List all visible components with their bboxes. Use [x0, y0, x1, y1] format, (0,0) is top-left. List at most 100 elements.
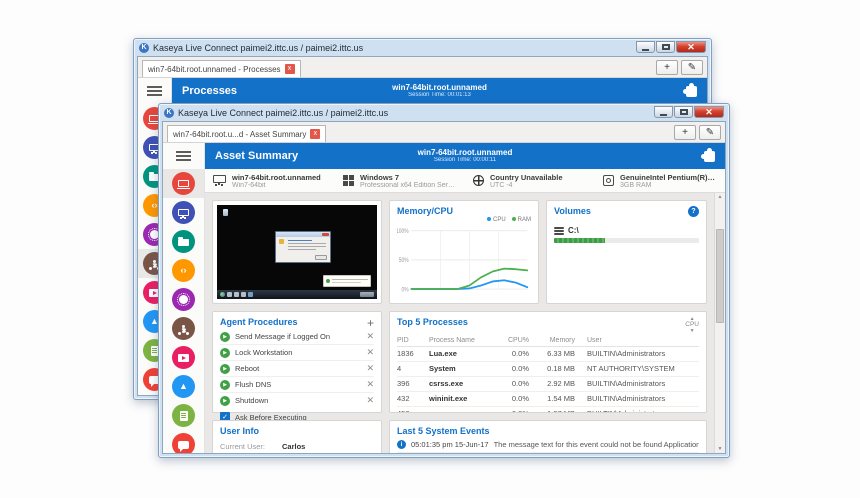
table-row[interactable]: 432wininit.exe 0.0%1.54 MB BUILTIN\Admin… — [397, 392, 699, 407]
sort-by-control[interactable]: ▲ CPU ▼ — [685, 317, 699, 334]
plugins-puzzle-icon[interactable] — [704, 151, 715, 162]
remove-procedure-button[interactable]: ✕ — [366, 332, 374, 341]
mini-taskbar — [217, 290, 377, 299]
procedure-row: ▶ Send Message if Logged On ✕ — [220, 329, 374, 345]
info-sub: Professional x64 Edition Service Pac... — [360, 182, 457, 189]
info-title: win7-64bit.root.unnamed — [232, 173, 321, 182]
window-title: Kaseya Live Connect paimei2.ittc.us / pa… — [153, 43, 363, 53]
kaseya-logo-icon: K — [139, 43, 149, 53]
sidebar-item-file-manager[interactable] — [163, 227, 204, 256]
tab-label: win7-64bit.root.u...d - Asset Summary — [173, 130, 306, 139]
desktop-preview-card[interactable] — [212, 200, 382, 304]
page-header: Asset Summary win7-64bit.root.unnamed Se… — [205, 143, 725, 169]
asset-info-strip: win7-64bit.root.unnamed Win7-64bit Windo… — [205, 169, 725, 193]
drive-label: C:\ — [568, 226, 579, 235]
info-sub: 3GB RAM — [620, 182, 717, 189]
run-procedure-button[interactable]: ▶ — [220, 396, 230, 406]
table-row[interactable]: 452csrss.exe 0.0%1.97 MB BUILTIN\Adminis… — [397, 407, 699, 414]
procedure-row: ▶ Flush DNS ✕ — [220, 377, 374, 393]
titlebar[interactable]: K Kaseya Live Connect paimei2.ittc.us / … — [162, 104, 726, 121]
drive-usage-bar — [554, 238, 699, 243]
minimize-button[interactable] — [636, 41, 655, 53]
remove-procedure-button[interactable]: ✕ — [366, 380, 374, 389]
remove-procedure-button[interactable]: ✕ — [366, 396, 374, 405]
tab-processes[interactable]: win7-64bit.root.unnamed - Processes x — [142, 60, 301, 77]
scroll-up-icon[interactable]: ▲ — [715, 194, 725, 200]
mini-notification — [323, 275, 371, 287]
sidebar-item-chat[interactable] — [163, 430, 204, 454]
new-tab-button[interactable]: + — [674, 125, 696, 140]
procedure-row: ▶ Lock Workstation ✕ — [220, 345, 374, 361]
chat-icon — [178, 441, 189, 449]
system-events-card: Last 5 System Events i 05:01:35 pm 15-Ju… — [389, 420, 707, 453]
tab-label: win7-64bit.root.unnamed - Processes — [148, 65, 281, 74]
vertical-scrollbar[interactable]: ▲ ▼ — [714, 193, 725, 453]
close-button[interactable]: ✕ — [694, 106, 724, 118]
table-row[interactable]: 396csrss.exe 0.0%2.92 MB BUILTIN\Adminis… — [397, 377, 699, 392]
drive-icon — [554, 227, 564, 235]
add-procedure-button[interactable]: + — [367, 317, 374, 329]
sort-down-icon: ▼ — [690, 329, 695, 334]
run-procedure-button[interactable]: ▶ — [220, 348, 230, 358]
sidebar-item-event-log[interactable]: ▲ — [163, 372, 204, 401]
info-os: Windows 7 Professional x64 Edition Servi… — [335, 173, 465, 189]
monitor-icon — [213, 175, 226, 183]
scroll-down-icon[interactable]: ▼ — [715, 446, 725, 452]
tab-asset-summary[interactable]: win7-64bit.root.u...d - Asset Summary x — [167, 125, 326, 142]
scrollbar-thumb[interactable] — [716, 229, 724, 323]
sidebar-item-command-shell[interactable]: ‹› — [163, 256, 204, 285]
procedure-row: ▶ Shutdown ✕ — [220, 393, 374, 408]
sidebar-item-agent-data[interactable] — [163, 401, 204, 430]
edit-tabs-button[interactable]: ✎ — [681, 60, 703, 75]
titlebar[interactable]: K Kaseya Live Connect paimei2.ittc.us / … — [137, 39, 708, 56]
run-procedure-button[interactable]: ▶ — [220, 380, 230, 390]
registry-editor-icon — [178, 354, 189, 362]
close-button[interactable]: ✕ — [676, 41, 706, 53]
sidebar-item-registry-editor[interactable] — [163, 343, 204, 372]
edit-tabs-button[interactable]: ✎ — [699, 125, 721, 140]
tab-close-icon[interactable]: x — [310, 129, 320, 139]
tab-close-icon[interactable]: x — [285, 64, 295, 74]
procedure-label: Send Message if Logged On — [235, 332, 361, 341]
sidebar-item-asset-summary[interactable] — [163, 169, 204, 198]
maximize-button[interactable] — [674, 106, 693, 118]
process-table: PID Process Name CPU% Memory User 1836Lu… — [397, 336, 699, 414]
maximize-icon — [680, 109, 688, 115]
info-title: GenuineIntel Pentium(R) Dual-Core C... — [620, 173, 717, 182]
sidebar-item-remote-control[interactable] — [163, 198, 204, 227]
new-tab-button[interactable]: + — [656, 60, 678, 75]
minimize-button[interactable] — [654, 106, 673, 118]
sidebar-item-processes[interactable] — [163, 314, 204, 343]
window-title: Kaseya Live Connect paimei2.ittc.us / pa… — [178, 108, 388, 118]
procedure-label: Shutdown — [235, 396, 361, 405]
remove-procedure-button[interactable]: ✕ — [366, 364, 374, 373]
table-row[interactable]: 4System 0.0%0.18 MB NT AUTHORITY\SYSTEM — [397, 362, 699, 377]
cpu-icon — [603, 175, 614, 186]
file-manager-icon — [178, 239, 189, 246]
desktop-screenshot — [217, 205, 377, 299]
help-icon[interactable]: ? — [688, 206, 699, 217]
event-row: i 05:01:35 pm 15-Jun-17 The message text… — [397, 436, 699, 453]
maximize-button[interactable] — [656, 41, 675, 53]
top-processes-title: Top 5 Processes — [397, 317, 468, 327]
services-gear-icon — [179, 295, 188, 304]
ram-legend-dot — [512, 217, 516, 221]
sidebar-item-services[interactable] — [163, 285, 204, 314]
event-time: 05:01:35 pm 15-Jun-17 — [411, 440, 489, 449]
menu-button[interactable] — [138, 78, 171, 104]
remove-procedure-button[interactable]: ✕ — [366, 348, 374, 357]
window-asset-summary: K Kaseya Live Connect paimei2.ittc.us / … — [158, 103, 730, 458]
info-sub: Win7-64bit — [232, 182, 321, 189]
run-procedure-button[interactable]: ▶ — [220, 364, 230, 374]
page-title: Processes — [182, 85, 237, 97]
procedure-row: ▶ Reboot ✕ — [220, 361, 374, 377]
menu-button[interactable] — [163, 143, 204, 169]
table-header: PID Process Name CPU% Memory User — [397, 336, 699, 347]
svg-text:100%: 100% — [397, 229, 409, 236]
info-location: Country Unavailable UTC -4 — [465, 173, 595, 189]
globe-icon — [473, 175, 484, 186]
table-row[interactable]: 1836Lua.exe 0.0%6.33 MB BUILTIN\Administ… — [397, 347, 699, 362]
plugins-puzzle-icon[interactable] — [686, 86, 697, 97]
run-procedure-button[interactable]: ▶ — [220, 332, 230, 342]
command-shell-icon: ‹› — [152, 201, 158, 210]
